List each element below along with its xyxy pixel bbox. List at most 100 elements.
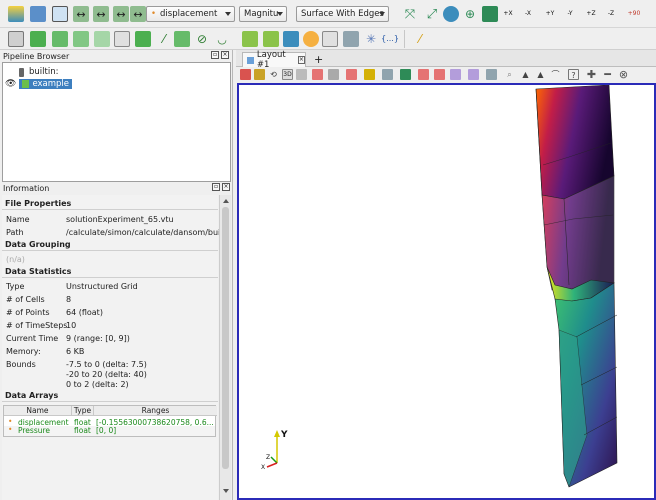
slice-icon[interactable] <box>73 31 89 47</box>
zoom-closest-icon[interactable] <box>443 6 459 22</box>
camera-undo-icon[interactable] <box>296 69 307 80</box>
array-type: float <box>74 426 91 435</box>
view-plus-x-icon[interactable]: +X <box>500 6 516 22</box>
source-icon <box>22 80 30 88</box>
ruler-icon[interactable]: ⁄ <box>412 31 428 47</box>
extract-subset-icon[interactable] <box>114 31 130 47</box>
label-mode-icon[interactable]: ⌒ <box>550 69 561 80</box>
select-polygon-icon[interactable] <box>382 69 393 80</box>
extract-level-icon[interactable]: ◡ <box>214 31 230 47</box>
column-header-ranges[interactable]: Ranges <box>94 406 217 416</box>
zoom-to-data-icon[interactable]: ⤢ <box>424 6 440 22</box>
view-3d-toggle[interactable]: 3D <box>282 69 293 80</box>
rotate-90-icon[interactable]: +90 <box>626 6 642 22</box>
capture-screenshot-icon[interactable] <box>240 69 251 80</box>
plot-over-line-icon[interactable] <box>242 31 258 47</box>
select-cells-icon[interactable] <box>328 69 339 80</box>
undock-icon[interactable]: ▫ <box>212 183 220 191</box>
type-value: Unstructured Grid <box>66 282 138 291</box>
path-key: Path <box>6 228 24 237</box>
view-plus-z-icon[interactable]: +Z <box>583 6 599 22</box>
orientation-axes: Y Z X <box>261 430 288 471</box>
representation-select[interactable]: Surface With Edges <box>296 6 389 22</box>
close-icon[interactable]: × <box>221 51 229 59</box>
plot-data-icon[interactable] <box>263 31 279 47</box>
close-view-icon[interactable]: ⊗ <box>618 69 629 80</box>
close-icon[interactable]: × <box>222 183 230 191</box>
points-value: 64 (float) <box>66 308 103 317</box>
tooltip-toggle-icon[interactable]: ? <box>568 69 579 80</box>
filters-menu-icon[interactable]: {...} <box>381 31 399 47</box>
data-grouping-value: (n/a) <box>6 255 25 264</box>
timesteps-key: # of TimeSteps <box>6 321 68 330</box>
select-surface-icon[interactable] <box>346 69 357 80</box>
clip-icon[interactable] <box>52 31 68 47</box>
color-map-editor-icon[interactable] <box>8 6 24 22</box>
interactive-select-icon[interactable] <box>400 69 411 80</box>
undock-icon[interactable]: ▫ <box>211 51 219 59</box>
component-select[interactable]: Magnitu <box>239 6 287 22</box>
rescale-time-icon[interactable]: ↔ <box>113 6 129 22</box>
save-state-icon[interactable] <box>254 69 265 80</box>
pipeline-item-selected[interactable]: example <box>19 79 73 89</box>
main-toolbar: ↔ ↔ ↔ ↔ • displacement Magnitu Surface W… <box>0 0 656 28</box>
column-header-name[interactable]: Name <box>4 406 72 416</box>
warp-by-vector-icon[interactable] <box>174 31 190 47</box>
bounds-x-value: -7.5 to 0 (delta: 7.5) <box>66 360 147 369</box>
rescale-range-icon[interactable]: ↔ <box>73 6 89 22</box>
toggle-color-legend-icon[interactable] <box>30 6 46 22</box>
bounds-z-value: 0 to 2 (delta: 2) <box>66 380 129 389</box>
histogram-icon[interactable] <box>283 31 299 47</box>
axis-x-label: X <box>261 464 265 471</box>
scroll-down-icon[interactable] <box>223 489 229 493</box>
add-layout-tab-button[interactable]: + <box>314 53 323 66</box>
view-minus-z-icon[interactable]: -Z <box>603 6 619 22</box>
information-scrollbar[interactable] <box>219 195 231 500</box>
clear-selection-icon[interactable] <box>486 69 497 80</box>
zoom-to-box-icon[interactable]: ⊕ <box>462 6 478 22</box>
scrollbar-thumb[interactable] <box>222 207 229 469</box>
split-horizontal-icon[interactable]: ✚ <box>586 69 597 80</box>
hover-cells-icon[interactable] <box>434 69 445 80</box>
pipeline-item-example[interactable]: 👁 example <box>5 78 73 90</box>
view-minus-x-icon[interactable]: -X <box>520 6 536 22</box>
calculator-icon[interactable] <box>8 31 24 47</box>
view-plus-y-icon[interactable]: +Y <box>542 6 558 22</box>
memory-value: 6 KB <box>66 347 85 356</box>
shrink-selection-icon[interactable] <box>468 69 479 80</box>
spreadsheet-icon[interactable] <box>322 31 338 47</box>
glyph-icon[interactable] <box>135 31 151 47</box>
split-vertical-icon[interactable]: ━ <box>602 69 613 80</box>
pipeline-item-builtin[interactable]: builtin: <box>19 66 58 78</box>
contour-icon[interactable] <box>30 31 46 47</box>
select-frustum-icon[interactable] <box>364 69 375 80</box>
toggle-point-labels-icon[interactable]: ▲ <box>520 69 531 80</box>
current-time-key: Current Time <box>6 334 59 343</box>
close-tab-icon[interactable]: × <box>297 56 305 64</box>
edit-color-map-icon[interactable] <box>52 6 68 22</box>
reset-view-icon[interactable]: ⟲ <box>268 69 279 80</box>
column-header-type[interactable]: Type <box>72 406 94 416</box>
visibility-eye-icon[interactable]: 👁 <box>5 79 16 89</box>
reset-camera-icon[interactable]: ⤧ <box>402 6 418 22</box>
scroll-up-icon[interactable] <box>223 199 229 203</box>
render-view[interactable]: Y Z X <box>237 83 656 500</box>
rescale-visible-icon[interactable]: ↔ <box>130 6 146 22</box>
stream-tracer-icon[interactable]: ⁄ <box>156 31 172 47</box>
tab-layout-1[interactable]: Layout #1 × <box>242 50 306 70</box>
descriptive-statistics-icon[interactable] <box>343 31 359 47</box>
particle-tracer-icon[interactable]: ✳ <box>363 31 379 47</box>
hover-points-icon[interactable] <box>418 69 429 80</box>
grow-selection-icon[interactable] <box>450 69 461 80</box>
rescale-custom-icon[interactable]: ↔ <box>93 6 109 22</box>
python-calculator-icon[interactable] <box>303 31 319 47</box>
interaction-mode-icon[interactable] <box>482 6 498 22</box>
group-datasets-icon[interactable]: ⊘ <box>194 31 210 47</box>
table-row[interactable]: • Pressure float [0, 0] <box>4 425 215 436</box>
threshold-icon[interactable] <box>94 31 110 47</box>
select-points-icon[interactable] <box>312 69 323 80</box>
find-data-icon[interactable]: ⌕ <box>504 69 515 80</box>
view-minus-y-icon[interactable]: -Y <box>562 6 578 22</box>
toggle-cell-labels-icon[interactable]: ▲ <box>535 69 546 80</box>
color-array-select[interactable]: • displacement <box>146 6 235 22</box>
